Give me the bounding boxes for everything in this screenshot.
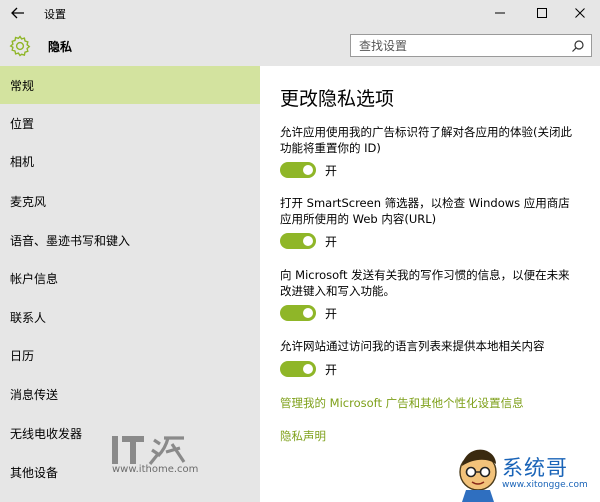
maximize-icon: [537, 8, 547, 18]
app-title: 设置: [44, 8, 66, 21]
section-title: 隐私: [48, 40, 73, 54]
page-title: 更改隐私选项: [280, 88, 395, 110]
minimize-button[interactable]: [480, 0, 520, 26]
sidebar-item-account-info[interactable]: 帐户信息: [0, 259, 260, 297]
sidebar-item-contacts[interactable]: 联系人: [0, 298, 260, 336]
smartscreen-toggle-label: 开: [325, 234, 338, 249]
option-smartscreen-text: 打开 SmartScreen 筛选器，以检查 Windows 应用商店应用所使用…: [280, 196, 570, 226]
search-icon[interactable]: [571, 39, 585, 53]
arrow-left-icon: [11, 7, 24, 19]
language-toggle-label: 开: [325, 362, 338, 377]
option-writing-row: 开: [280, 305, 337, 321]
close-icon: [575, 8, 585, 18]
sidebar-item-general[interactable]: 常规: [0, 66, 260, 104]
sidebar-item-speech[interactable]: 语音、墨迹书写和键入: [0, 221, 260, 259]
page-header: 隐私: [0, 26, 600, 66]
option-language-text: 允许网站通过访问我的语言列表来提供本地相关内容: [280, 339, 545, 353]
close-button[interactable]: [560, 0, 600, 26]
option-smartscreen-row: 开: [280, 233, 337, 249]
xitongge-name-watermark: 系统哥: [502, 456, 568, 480]
writing-toggle[interactable]: [280, 305, 316, 321]
sidebar-item-calendar[interactable]: 日历: [0, 336, 260, 374]
writing-toggle-label: 开: [325, 306, 338, 321]
option-writing-text: 向 Microsoft 发送有关我的写作习惯的信息，以便在未来改进键入和写入功能…: [280, 268, 570, 298]
ithome-url-watermark: www.ithome.com: [112, 464, 199, 475]
search-input[interactable]: [359, 35, 559, 56]
gear-icon: [9, 35, 31, 57]
manage-ads-link[interactable]: 管理我的 Microsoft 广告和其他个性化设置信息: [280, 395, 524, 411]
option-ad-id-row: 开: [280, 162, 337, 178]
minimize-icon: [495, 12, 505, 14]
maximize-button[interactable]: [522, 0, 562, 26]
sidebar-item-location[interactable]: 位置: [0, 104, 260, 142]
sidebar: 常规 位置 相机 麦克风 语音、墨迹书写和键入 帐户信息 联系人 日历 消息传送…: [0, 66, 260, 502]
option-language-row: 开: [280, 361, 337, 377]
main-content: 更改隐私选项 允许应用使用我的广告标识符了解对各应用的体验(关闭此功能将重置你的…: [260, 66, 600, 502]
back-button[interactable]: [0, 0, 36, 26]
language-toggle[interactable]: [280, 361, 316, 377]
sidebar-item-messaging[interactable]: 消息传送: [0, 375, 260, 413]
sidebar-item-camera[interactable]: 相机: [0, 142, 260, 180]
ad-id-toggle-label: 开: [325, 163, 338, 178]
title-bar: 设置: [0, 0, 600, 26]
sidebar-item-microphone[interactable]: 麦克风: [0, 182, 260, 220]
privacy-statement-link[interactable]: 隐私声明: [280, 428, 326, 444]
ad-id-toggle[interactable]: [280, 162, 316, 178]
xitongge-url-watermark: www.xitongge.com: [502, 480, 588, 490]
smartscreen-toggle[interactable]: [280, 233, 316, 249]
search-box[interactable]: [350, 34, 592, 57]
option-ad-id-text: 允许应用使用我的广告标识符了解对各应用的体验(关闭此功能将重置你的 ID): [280, 125, 572, 155]
